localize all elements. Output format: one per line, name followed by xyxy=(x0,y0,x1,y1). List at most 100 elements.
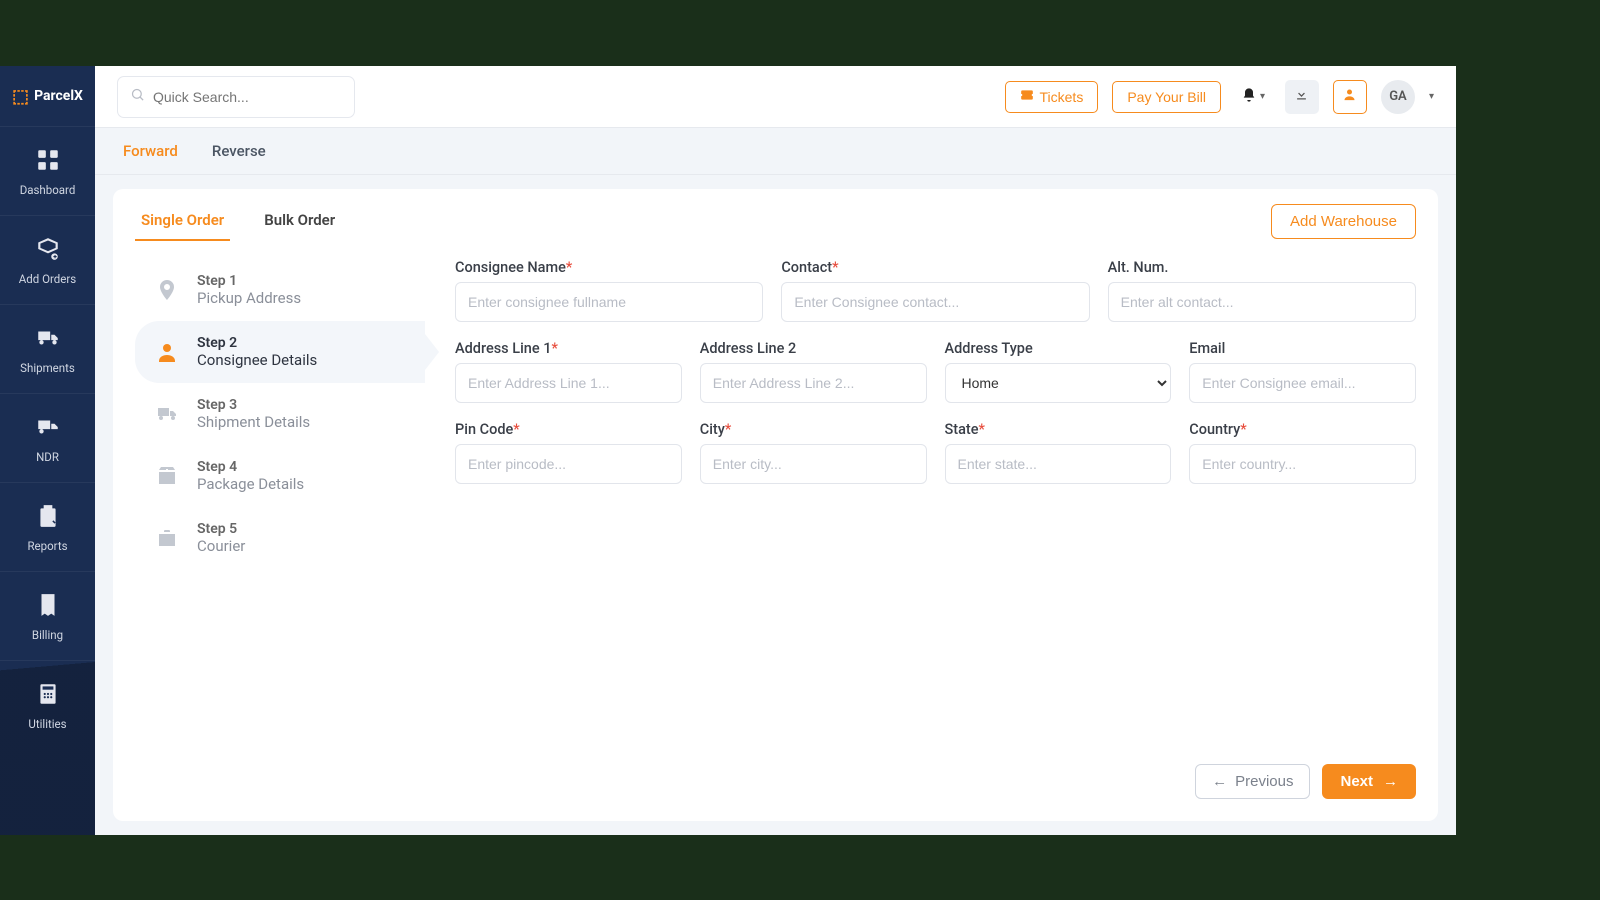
arrow-right-icon: → xyxy=(1383,773,1398,790)
contact-label: Contact* xyxy=(781,259,1089,276)
bell-icon xyxy=(1241,87,1257,107)
alt-num-input[interactable] xyxy=(1108,282,1416,322)
address2-input[interactable] xyxy=(700,363,927,403)
step-number: Step 4 xyxy=(197,459,304,475)
ticket-icon xyxy=(1020,88,1034,105)
consignee-name-input[interactable] xyxy=(455,282,763,322)
invoice-icon xyxy=(33,590,63,620)
nav-reports[interactable]: Reports xyxy=(0,482,95,571)
tab-reverse[interactable]: Reverse xyxy=(212,142,266,174)
nav-label: Reports xyxy=(27,539,67,553)
step-consignee-details[interactable]: Step 2 Consignee Details xyxy=(135,321,425,383)
pincode-input[interactable] xyxy=(455,444,682,484)
city-label: City* xyxy=(700,421,927,438)
address1-label: Address Line 1* xyxy=(455,340,682,357)
email-input[interactable] xyxy=(1189,363,1416,403)
clipboard-icon xyxy=(33,501,63,531)
profile-icon-button[interactable] xyxy=(1333,80,1367,114)
step-package-details[interactable]: Step 4 Package Details xyxy=(135,445,425,507)
nav-add-orders[interactable]: Add Orders xyxy=(0,215,95,304)
nav-label: Shipments xyxy=(20,361,75,375)
tickets-label: Tickets xyxy=(1040,89,1084,105)
step-number: Step 1 xyxy=(197,273,301,289)
tickets-button[interactable]: Tickets xyxy=(1005,81,1099,113)
nav-ndr[interactable]: NDR xyxy=(0,393,95,482)
topbar: Tickets Pay Your Bill ▾ GA ▾ xyxy=(95,66,1456,128)
search-icon xyxy=(130,87,145,106)
step-courier[interactable]: Step 5 Courier xyxy=(135,507,425,569)
step-number: Step 5 xyxy=(197,521,245,537)
state-input[interactable] xyxy=(945,444,1172,484)
next-button[interactable]: Next → xyxy=(1322,764,1416,799)
step-pickup-address[interactable]: Step 1 Pickup Address xyxy=(135,259,425,321)
avatar[interactable]: GA xyxy=(1381,80,1415,114)
chevron-down-icon[interactable]: ▾ xyxy=(1429,91,1434,102)
tab-bulk-order[interactable]: Bulk Order xyxy=(258,201,341,241)
next-label: Next xyxy=(1340,773,1373,790)
dashboard-icon xyxy=(33,145,63,175)
direction-tabs: Forward Reverse xyxy=(95,128,1456,175)
alt-num-label: Alt. Num. xyxy=(1108,259,1416,276)
main: Tickets Pay Your Bill ▾ GA ▾ Forward R xyxy=(95,66,1456,835)
nav-label: Utilities xyxy=(28,717,66,731)
pay-bill-label: Pay Your Bill xyxy=(1127,89,1206,105)
box-icon xyxy=(153,462,181,490)
consignee-name-label: Consignee Name* xyxy=(455,259,763,276)
city-input[interactable] xyxy=(700,444,927,484)
consignee-form: Consignee Name* Contact* Alt. Num. xyxy=(455,259,1416,799)
order-card: Single Order Bulk Order Add Warehouse St… xyxy=(113,189,1438,821)
person-icon xyxy=(1342,87,1357,106)
search-input[interactable] xyxy=(117,76,355,118)
state-label: State* xyxy=(945,421,1172,438)
avatar-initials: GA xyxy=(1389,89,1407,104)
nav-dashboard[interactable]: Dashboard xyxy=(0,126,95,215)
search-field[interactable] xyxy=(153,89,342,105)
nav-label: Dashboard xyxy=(20,183,76,197)
box-plus-icon xyxy=(33,234,63,264)
country-input[interactable] xyxy=(1189,444,1416,484)
order-mode-tabs: Single Order Bulk Order xyxy=(135,201,341,241)
person-icon xyxy=(153,338,181,366)
step-title: Package Details xyxy=(197,475,304,493)
address-type-label: Address Type xyxy=(945,340,1172,357)
step-title: Courier xyxy=(197,537,245,555)
previous-button[interactable]: ← Previous xyxy=(1195,764,1310,799)
address1-input[interactable] xyxy=(455,363,682,403)
pincode-label: Pin Code* xyxy=(455,421,682,438)
nav-label: NDR xyxy=(36,450,59,464)
nav-billing[interactable]: Billing xyxy=(0,571,95,660)
notifications-button[interactable]: ▾ xyxy=(1235,80,1271,114)
step-title: Consignee Details xyxy=(197,351,317,369)
contact-input[interactable] xyxy=(781,282,1089,322)
step-title: Pickup Address xyxy=(197,289,301,307)
email-label: Email xyxy=(1189,340,1416,357)
truck-icon xyxy=(33,323,63,353)
package-x-icon xyxy=(33,412,63,442)
step-shipment-details[interactable]: Step 3 Shipment Details xyxy=(135,383,425,445)
nav-shipments[interactable]: Shipments xyxy=(0,304,95,393)
nav-label: Add Orders xyxy=(19,272,76,286)
brand-name: ParcelX xyxy=(34,88,83,104)
country-label: Country* xyxy=(1189,421,1416,438)
sidebar: ⬚ ParcelX Dashboard Add Orders Shipments… xyxy=(0,66,95,835)
tab-single-order[interactable]: Single Order xyxy=(135,201,230,241)
nav-label: Billing xyxy=(32,628,63,642)
logo-icon: ⬚ xyxy=(12,86,29,107)
map-pin-icon xyxy=(153,276,181,304)
nav-utilities[interactable]: Utilities xyxy=(0,660,95,749)
download-button[interactable] xyxy=(1285,80,1319,114)
previous-label: Previous xyxy=(1235,773,1293,790)
truck-icon xyxy=(153,400,181,428)
step-title: Shipment Details xyxy=(197,413,310,431)
calculator-icon xyxy=(33,679,63,709)
address2-label: Address Line 2 xyxy=(700,340,927,357)
stepper: Step 1 Pickup Address Step 2 Consignee D… xyxy=(135,259,425,799)
pay-bill-button[interactable]: Pay Your Bill xyxy=(1112,81,1221,113)
chevron-down-icon: ▾ xyxy=(1260,91,1265,102)
step-number: Step 2 xyxy=(197,335,317,351)
add-warehouse-button[interactable]: Add Warehouse xyxy=(1271,204,1416,239)
briefcase-icon xyxy=(153,524,181,552)
address-type-select[interactable]: Home xyxy=(945,363,1172,403)
tab-forward[interactable]: Forward xyxy=(123,142,178,174)
download-icon xyxy=(1294,87,1309,106)
